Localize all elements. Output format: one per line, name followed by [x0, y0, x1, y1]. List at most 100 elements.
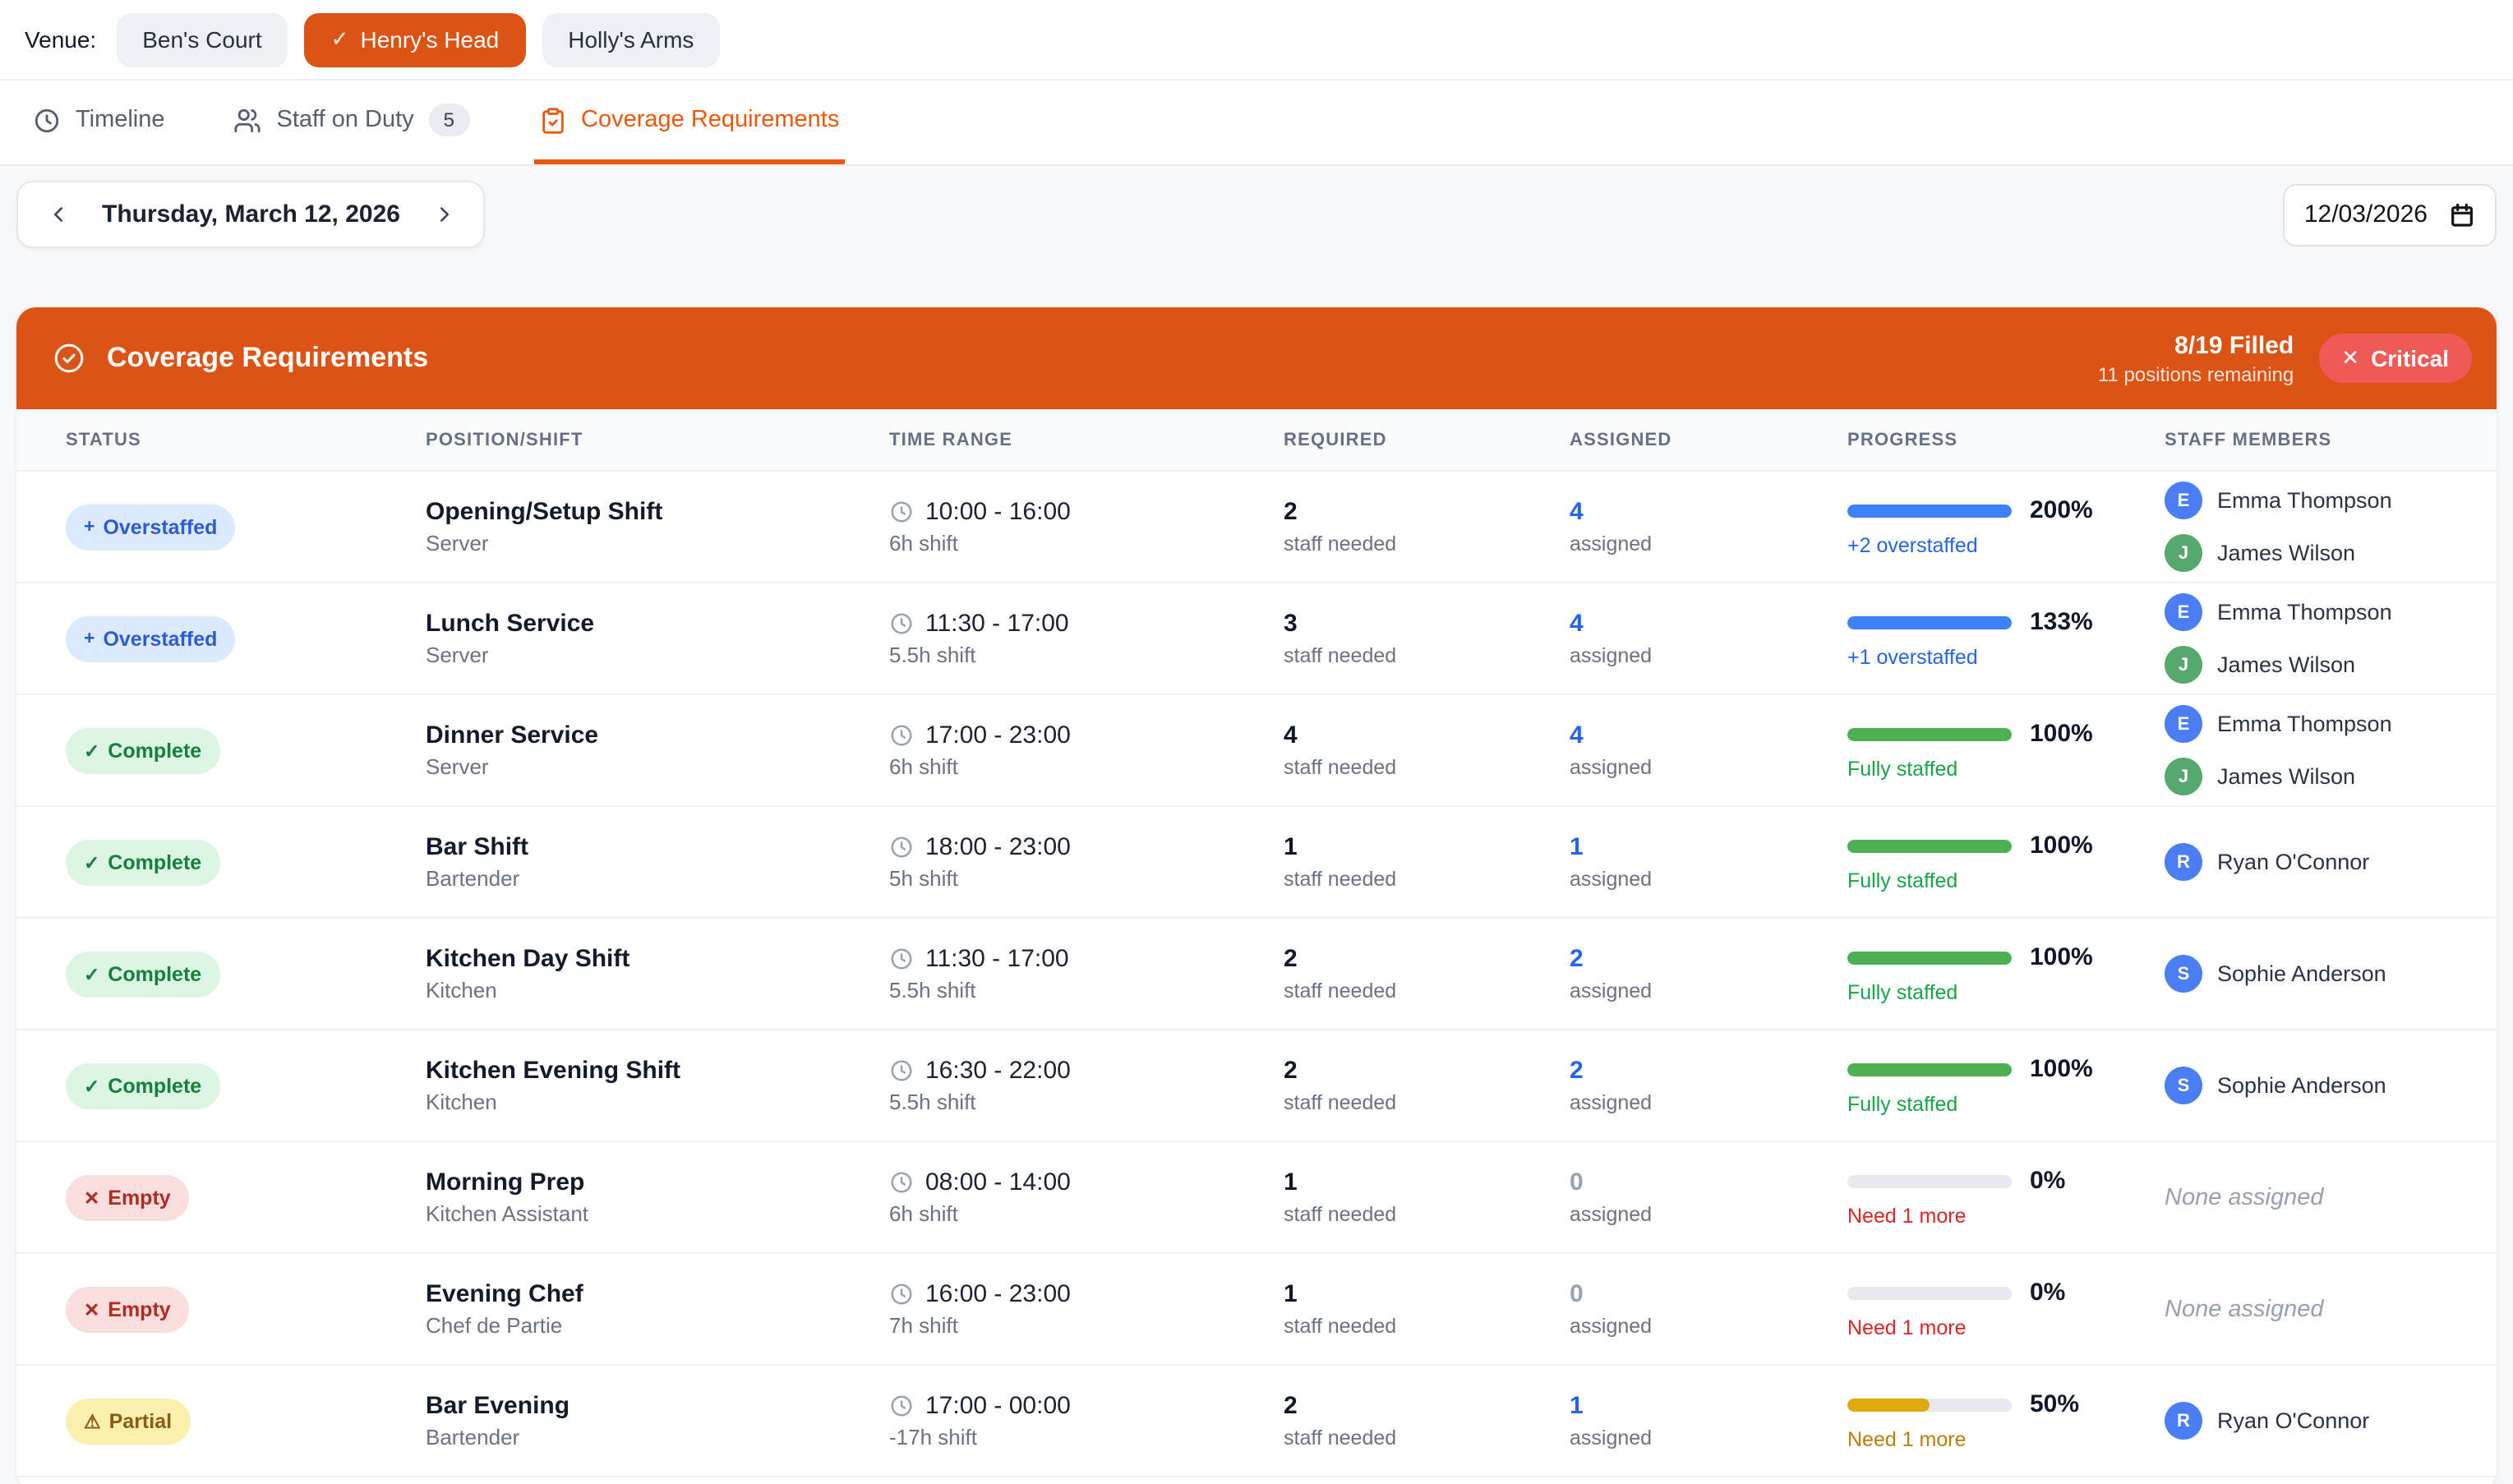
- progress-note: Fully staffed: [1847, 1093, 1958, 1116]
- tab-label: Coverage Requirements: [581, 107, 840, 133]
- position-cell: Dinner Service Server: [426, 721, 889, 779]
- status-badge: ✕ Empty: [66, 1286, 189, 1332]
- staff-members-cell: S Sophie Anderson: [2165, 955, 2497, 993]
- filled-count: 8/19 Filled: [2174, 331, 2294, 359]
- tab-timeline[interactable]: Timeline: [28, 81, 170, 164]
- status-badge: ✓ Complete: [66, 1062, 220, 1108]
- x-icon: ✕: [2341, 345, 2360, 370]
- staff-name: Sophie Anderson: [2217, 1073, 2386, 1098]
- progress-bar-fill: [1847, 727, 2012, 740]
- coverage-card-header: Coverage Requirements 8/19 Filled 11 pos…: [16, 307, 2497, 409]
- assigned-label: assigned: [1570, 868, 1653, 891]
- shift-duration: 5.5h shift: [889, 1090, 976, 1114]
- current-date-label[interactable]: Thursday, March 12, 2026: [102, 200, 400, 228]
- required-label: staff needed: [1284, 756, 1397, 779]
- venue-button-label: Holly's Arms: [568, 26, 694, 53]
- prev-day-button[interactable]: [39, 196, 76, 233]
- progress-bar-fill: [1847, 615, 2012, 629]
- date-row: Thursday, March 12, 2026 12/03/2026: [16, 181, 2497, 248]
- status-badge-label: Complete: [108, 850, 202, 873]
- staff-avatar: J: [2165, 534, 2202, 572]
- assigned-count[interactable]: 1: [1570, 833, 1847, 861]
- clock-icon: [891, 1395, 912, 1417]
- assigned-count[interactable]: 4: [1570, 498, 1847, 526]
- progress-bar: [1847, 1062, 2012, 1076]
- venue-button-henrys-head[interactable]: ✓ Henry's Head: [304, 12, 526, 67]
- next-day-button[interactable]: [427, 196, 463, 233]
- position-cell: Kitchen Day Shift Kitchen: [426, 945, 889, 1002]
- progress-percent: 50%: [2030, 1390, 2080, 1418]
- required-cell: 2 staff needed: [1284, 498, 1570, 555]
- time-range: 18:00 - 23:00: [925, 833, 1071, 861]
- required-cell: 1 staff needed: [1284, 833, 1570, 891]
- assigned-label: assigned: [1570, 1315, 1653, 1338]
- shift-duration: 5.5h shift: [889, 978, 976, 1002]
- progress-bar: [1847, 727, 2012, 740]
- assigned-count[interactable]: 1: [1570, 1392, 1847, 1420]
- progress-bar: [1847, 1174, 2012, 1187]
- staff-name: Ryan O'Connor: [2217, 1408, 2370, 1433]
- status-badge-label: Complete: [108, 739, 202, 762]
- assigned-label: assigned: [1570, 1426, 1653, 1449]
- assigned-label: assigned: [1570, 1203, 1653, 1226]
- progress-note: Need 1 more: [1847, 1205, 1967, 1228]
- status-badge-label: Partial: [108, 1409, 173, 1432]
- progress-note: Fully staffed: [1847, 758, 1958, 781]
- required-cell: 1 staff needed: [1284, 1280, 1570, 1338]
- required-label: staff needed: [1284, 868, 1397, 891]
- staff-members-cell: E Emma Thompson J James Wilson: [2165, 593, 2497, 684]
- col-staff-members: STAFF MEMBERS: [2165, 430, 2332, 449]
- staff-member: S Sophie Anderson: [2165, 955, 2497, 993]
- staff-count-badge: 5: [428, 104, 470, 136]
- clock-icon: [891, 613, 912, 634]
- card-title: Coverage Requirements: [107, 342, 429, 373]
- summary-block: 8/19 Filled 11 positions remaining ✕ Cri…: [2098, 331, 2472, 385]
- status-badge: ✓ Complete: [66, 727, 220, 773]
- status-badge-icon: +: [84, 629, 95, 648]
- status-badge: ⚠ Partial: [66, 1398, 191, 1444]
- assigned-count[interactable]: 2: [1570, 945, 1847, 973]
- time-cell: 11:30 - 17:00 5.5h shift: [889, 945, 1284, 1002]
- required-label: staff needed: [1284, 644, 1397, 667]
- status-badge: ✓ Complete: [66, 951, 220, 997]
- venue-button-hollys-arms[interactable]: Holly's Arms: [542, 12, 721, 67]
- assigned-count[interactable]: 4: [1570, 721, 1847, 749]
- table-row: ✕ Empty Evening Chef Chef de Partie 16:0…: [16, 1254, 2497, 1366]
- assigned-count[interactable]: 4: [1570, 610, 1847, 638]
- clock-icon: [891, 836, 912, 858]
- status-badge: + Overstaffed: [66, 504, 236, 550]
- assigned-label: assigned: [1570, 1091, 1653, 1114]
- check-circle-icon: [54, 343, 84, 373]
- time-cell: 10:00 - 16:00 6h shift: [889, 498, 1284, 555]
- staff-member: R Ryan O'Connor: [2165, 1402, 2497, 1440]
- assigned-count[interactable]: 2: [1570, 1057, 1847, 1085]
- time-cell: 17:00 - 23:00 6h shift: [889, 721, 1284, 779]
- staff-name: Emma Thompson: [2217, 712, 2392, 736]
- table-row: + Overstaffed Opening/Setup Shift Server…: [16, 472, 2497, 583]
- venue-label: Venue:: [25, 26, 97, 53]
- shift-duration: 7h shift: [889, 1313, 958, 1338]
- table-row: ✕ Empty Morning Prep Kitchen Assistant 0…: [16, 1142, 2497, 1254]
- staff-avatar: E: [2165, 705, 2202, 743]
- progress-cell: 0% Need 1 more: [1847, 1167, 2165, 1228]
- venue-button-bens-court[interactable]: Ben's Court: [116, 12, 288, 67]
- required-count: 2: [1284, 945, 1298, 973]
- progress-bar: [1847, 615, 2012, 629]
- position-title: Bar Evening: [426, 1392, 570, 1420]
- required-cell: 2 staff needed: [1284, 1392, 1570, 1449]
- assigned-cell: 1 assigned: [1570, 1392, 1847, 1449]
- position-title: Lunch Service: [426, 610, 595, 638]
- progress-percent: 0%: [2030, 1279, 2066, 1307]
- tab-coverage-requirements[interactable]: Coverage Requirements: [533, 81, 845, 164]
- tab-staff-on-duty[interactable]: Staff on Duty 5: [229, 81, 475, 164]
- staff-name: Emma Thompson: [2217, 600, 2392, 624]
- date-picker-input[interactable]: 12/03/2026: [2282, 183, 2497, 246]
- filled-summary: 8/19 Filled 11 positions remaining: [2098, 331, 2294, 385]
- position-title: Evening Chef: [426, 1280, 583, 1308]
- time-cell: 17:00 - 00:00 -17h shift: [889, 1392, 1284, 1449]
- staff-avatar: R: [2165, 843, 2202, 881]
- staff-name: Sophie Anderson: [2217, 961, 2386, 986]
- staff-members-cell: E Emma Thompson J James Wilson: [2165, 482, 2497, 572]
- chevron-right-icon: [440, 207, 449, 222]
- progress-percent: 100%: [2030, 720, 2093, 748]
